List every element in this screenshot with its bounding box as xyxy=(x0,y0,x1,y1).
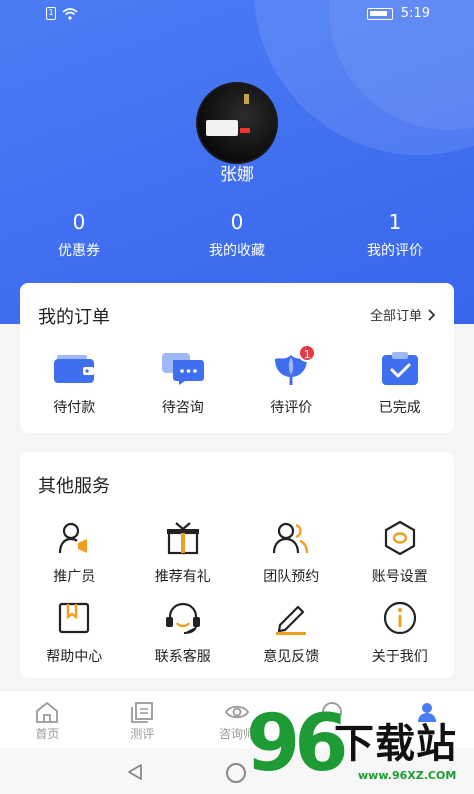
stat-label: 我的评价 xyxy=(367,243,423,259)
services-card: 其他服务 推广员 推荐有礼 团队预约 账号设置 帮助中心 联系客服 意见反馈 关… xyxy=(20,452,454,678)
order-completed[interactable]: 已完成 xyxy=(346,349,455,417)
headset-icon xyxy=(165,602,200,634)
watermark-number: 96 xyxy=(246,699,349,789)
order-label: 待付款 xyxy=(53,400,96,416)
service-label: 关于我们 xyxy=(371,649,428,665)
stat-value: 0 xyxy=(230,210,244,234)
watermark-url: www.96XZ.COM xyxy=(358,769,457,782)
sim-icon: 1 xyxy=(46,7,56,20)
service-team-booking[interactable]: 团队预约 xyxy=(237,518,346,586)
clock: 5:19 xyxy=(400,6,430,21)
back-icon[interactable] xyxy=(126,763,144,781)
service-customer-support[interactable]: 联系客服 xyxy=(129,598,238,666)
order-label: 待评价 xyxy=(270,400,313,416)
service-label: 推荐有礼 xyxy=(154,569,211,585)
watermark-logo: 96 下载站 www.96XZ.COM xyxy=(246,705,474,794)
service-referral[interactable]: 推荐有礼 xyxy=(129,518,238,586)
all-orders-label: 全部订单 xyxy=(369,309,422,324)
stat-value: 0 xyxy=(72,210,86,234)
status-bar: 1 5:19 xyxy=(0,0,474,30)
service-label: 联系客服 xyxy=(154,649,211,665)
tab-home[interactable]: 首页 xyxy=(0,691,95,748)
stat-favorites[interactable]: 0 我的收藏 xyxy=(158,210,316,260)
order-pending-payment[interactable]: 待付款 xyxy=(20,349,129,417)
service-label: 推广员 xyxy=(53,569,96,585)
info-icon xyxy=(383,601,416,635)
document-icon xyxy=(131,702,154,723)
hexagon-settings-icon xyxy=(384,520,415,556)
stat-label: 我的收藏 xyxy=(209,243,265,259)
stat-coupons[interactable]: 0 优惠券 xyxy=(0,210,158,260)
pen-icon xyxy=(276,605,307,635)
stat-reviews[interactable]: 1 我的评价 xyxy=(316,210,474,260)
battery-icon xyxy=(366,7,393,20)
team-icon xyxy=(273,522,309,554)
services-title: 其他服务 xyxy=(38,476,110,497)
username: 张娜 xyxy=(220,165,254,185)
wallet-icon xyxy=(54,355,95,383)
bookmark-icon xyxy=(59,602,90,634)
tab-label: 测评 xyxy=(130,727,155,741)
service-about-us[interactable]: 关于我们 xyxy=(346,598,455,666)
service-help-center[interactable]: 帮助中心 xyxy=(20,598,129,666)
tab-assessment[interactable]: 测评 xyxy=(95,691,190,748)
service-label: 团队预约 xyxy=(263,569,320,585)
stat-label: 优惠券 xyxy=(58,243,100,259)
watermark-text: 下载站 xyxy=(334,721,457,767)
stats-row: 0 优惠券 0 我的收藏 1 我的评价 xyxy=(0,210,474,260)
order-pending-review[interactable]: 1 待评价 xyxy=(237,344,346,417)
home-icon xyxy=(36,701,59,723)
service-promoter[interactable]: 推广员 xyxy=(20,518,129,586)
service-feedback[interactable]: 意见反馈 xyxy=(237,598,346,666)
avatar[interactable] xyxy=(196,82,278,164)
promoter-icon xyxy=(59,522,88,554)
order-label: 已完成 xyxy=(378,400,421,416)
home-button[interactable] xyxy=(226,763,246,783)
service-label: 意见反馈 xyxy=(263,649,320,665)
orders-title: 我的订单 xyxy=(38,307,110,328)
tab-label: 首页 xyxy=(35,727,60,741)
service-label: 帮助中心 xyxy=(46,649,103,665)
review-count-badge: 1 xyxy=(298,344,317,362)
stat-value: 1 xyxy=(388,210,402,234)
order-pending-consult[interactable]: 待咨询 xyxy=(129,349,238,417)
chevron-right-icon xyxy=(428,308,436,321)
service-label: 账号设置 xyxy=(371,569,428,585)
all-orders-link[interactable]: 全部订单 xyxy=(370,305,436,324)
wifi-icon xyxy=(62,7,78,20)
order-label: 待咨询 xyxy=(161,400,204,416)
orders-card: 我的订单 全部订单 待付款 待咨询 1 待评价 已完成 xyxy=(20,283,454,433)
clipboard-check-icon xyxy=(381,352,418,385)
service-account-settings[interactable]: 账号设置 xyxy=(346,518,455,586)
gift-icon xyxy=(166,522,199,555)
chat-icon xyxy=(161,353,204,385)
